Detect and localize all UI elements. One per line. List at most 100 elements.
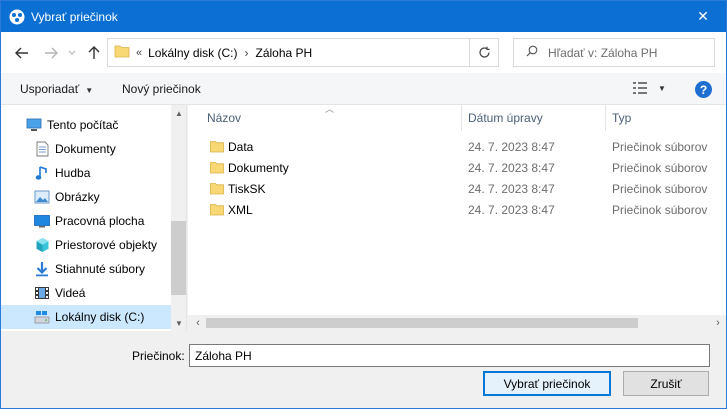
search-placeholder: Hľadať v: Záloha PH (548, 45, 658, 60)
sidebar-item-label: Videá (55, 286, 86, 300)
folder-icon (210, 161, 224, 177)
scroll-thumb[interactable] (206, 318, 638, 328)
dropdown-arrow-icon: ▼ (658, 83, 666, 93)
file-date: 24. 7. 2023 8:47 (468, 161, 555, 175)
arrow-up-icon (88, 46, 100, 59)
help-button[interactable]: ? (695, 81, 712, 98)
column-header-label: Typ (612, 111, 632, 125)
sort-ascending-icon: ︿ (325, 105, 335, 114)
file-row[interactable]: XML 24. 7. 2023 8:47 Priečinok súborov (188, 200, 726, 221)
column-header-label: Dátum úpravy (468, 111, 543, 125)
arrow-right-icon (45, 47, 58, 59)
folder-picker-dialog: Vybrať priečinok ✕ « Lokálny disk (C:) ›… (0, 0, 727, 409)
file-row[interactable]: TiskSK 24. 7. 2023 8:47 Priečinok súborov (188, 179, 726, 200)
downloads-icon (34, 261, 50, 277)
close-icon: ✕ (697, 8, 709, 24)
chevron-down-icon (68, 50, 76, 55)
sidebar-item-label: Priestorové objekty (55, 238, 158, 252)
desktop-icon (34, 213, 50, 229)
cancel-button[interactable]: Zrušiť (623, 371, 709, 396)
close-button[interactable]: ✕ (680, 1, 726, 32)
3d-objects-icon (34, 237, 50, 253)
sidebar-item-label: Dokumenty (55, 142, 116, 156)
breadcrumb-drive[interactable]: Lokálny disk (C:) (148, 46, 237, 60)
view-list-icon (633, 82, 647, 94)
scroll-right-icon[interactable]: › (710, 315, 726, 331)
title-bar: Vybrať priečinok ✕ (1, 1, 726, 32)
address-bar[interactable]: « Lokálny disk (C:) › Záloha PH (107, 38, 499, 67)
arrow-left-icon (15, 47, 28, 59)
folder-icon (114, 44, 130, 61)
refresh-icon (479, 46, 490, 58)
scroll-up-icon[interactable]: ▲ (171, 105, 186, 121)
file-type: Priečinok súborov (612, 182, 708, 196)
file-type: Priečinok súborov (612, 140, 708, 154)
file-row[interactable]: Dokumenty 24. 7. 2023 8:47 Priečinok súbor… (188, 158, 726, 179)
sidebar-item-label: Tento počítač (47, 118, 119, 132)
command-bar: Usporiadať ▼ Nový priečinok ▼ ? (1, 73, 726, 105)
address-row: « Lokálny disk (C:) › Záloha PH Hľadať v… (1, 32, 726, 73)
search-box[interactable]: Hľadať v: Záloha PH (513, 38, 715, 67)
sidebar-item-1[interactable]: Dokumenty (1, 137, 171, 161)
nav-scrollbar[interactable]: ▲ ▼ (171, 105, 186, 331)
app-icon (9, 9, 25, 25)
sidebar-item-4[interactable]: Pracovná plocha (1, 209, 171, 233)
sidebar-item-7[interactable]: Videá (1, 281, 171, 305)
column-header-label: Názov (207, 111, 242, 125)
file-date: 24. 7. 2023 8:47 (468, 182, 555, 196)
column-header-type[interactable]: Typ (606, 105, 726, 131)
sidebar-item-label: Obrázky (55, 190, 100, 204)
back-button[interactable] (13, 44, 31, 62)
dropdown-arrow-icon: ▼ (85, 86, 94, 95)
scroll-down-icon[interactable]: ▼ (171, 315, 186, 331)
search-icon (526, 45, 538, 60)
file-name: Data (228, 140, 254, 154)
dialog-footer: Priečinok: Vybrať priečinok Zrušiť (1, 332, 726, 408)
new-folder-button[interactable]: Nový priečinok (122, 82, 201, 96)
file-name: XML (228, 203, 253, 217)
folder-name-input[interactable] (189, 344, 710, 367)
recent-locations-button[interactable] (63, 44, 81, 62)
file-date: 24. 7. 2023 8:47 (468, 140, 555, 154)
file-name: Dokumenty (228, 161, 289, 175)
sidebar-item-3[interactable]: Obrázky (1, 185, 171, 209)
folder-icon (210, 203, 224, 219)
sidebar-item-label: Stiahnuté súbory (55, 262, 146, 276)
sidebar-item-label: Lokálny disk (C:) (55, 310, 145, 324)
forward-button[interactable] (42, 44, 60, 62)
sidebar-item-8[interactable]: Lokálny disk (C:) (1, 305, 171, 329)
folder-icon (210, 182, 224, 198)
organize-label: Usporiadať (20, 82, 80, 96)
organize-button[interactable]: Usporiadať ▼ (20, 82, 93, 96)
breadcrumb-overflow[interactable]: « (136, 47, 142, 59)
breadcrumb-separator[interactable]: › (245, 46, 249, 60)
music-icon (34, 165, 50, 181)
select-folder-button[interactable]: Vybrať priečinok (483, 371, 611, 396)
scroll-thumb[interactable] (171, 221, 186, 295)
breadcrumb-folder[interactable]: Záloha PH (256, 46, 313, 60)
videos-icon (34, 285, 50, 301)
sidebar-item-5[interactable]: Priestorové objekty (1, 233, 171, 257)
documents-icon (34, 141, 50, 157)
column-header-date[interactable]: Dátum úpravy (462, 105, 606, 131)
refresh-button[interactable] (469, 38, 499, 67)
sidebar-item-0[interactable]: Tento počítač (1, 113, 171, 137)
up-button[interactable] (85, 44, 103, 62)
folder-field-label: Priečinok: (132, 349, 185, 363)
file-date: 24. 7. 2023 8:47 (468, 203, 555, 217)
view-options-button[interactable]: ▼ (633, 82, 666, 94)
sidebar-item-2[interactable]: Hudba (1, 161, 171, 185)
sidebar-item-6[interactable]: Stiahnuté súbory (1, 257, 171, 281)
column-header-name[interactable]: ︿ Názov (188, 105, 462, 131)
sidebar-item-label: Hudba (55, 166, 91, 180)
file-name: TiskSK (228, 182, 266, 196)
scroll-left-icon[interactable]: ‹ (190, 315, 206, 331)
pictures-icon (34, 189, 50, 205)
file-type: Priečinok súborov (612, 161, 708, 175)
file-row[interactable]: Data 24. 7. 2023 8:47 Priečinok súborov (188, 137, 726, 158)
window-title: Vybrať priečinok (31, 9, 118, 24)
horizontal-scrollbar[interactable]: ‹ › (188, 315, 726, 331)
file-list: ︿ Názov Dátum úpravy Typ Data 24. 7. 2023… (188, 105, 726, 331)
sidebar-item-label: Pracovná plocha (55, 214, 145, 228)
folder-icon (210, 140, 224, 156)
